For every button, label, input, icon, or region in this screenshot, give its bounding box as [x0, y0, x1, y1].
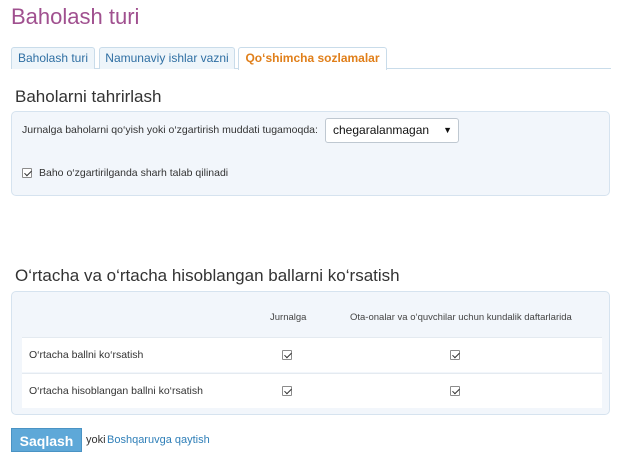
page-title: Baholash turi: [11, 4, 140, 29]
back-to-management-link[interactable]: Boshqaruvga qaytish: [107, 434, 210, 446]
comment-required-checkbox[interactable]: [22, 168, 32, 178]
row-label: O‘rtacha ballni ko‘rsatish: [29, 349, 144, 361]
column-header-diary: Ota-onalar va o‘quvchilar uchun kundalik…: [350, 312, 572, 323]
table-row: O‘rtacha hisoblangan ballni ko‘rsatish: [22, 373, 602, 408]
grade-editing-panel: Jurnalga baholarni qo‘yish yoki o‘zgarti…: [11, 111, 610, 196]
averages-panel: Jurnalga Ota-onalar va o‘quvchilar uchun…: [11, 291, 610, 415]
tab-baholash-turi[interactable]: Baholash turi: [11, 47, 95, 69]
show-weighted-average-journal-checkbox[interactable]: [282, 386, 292, 396]
averages-title: O‘rtacha va o‘rtacha hisoblangan ballarn…: [15, 266, 400, 285]
tab-bar: Baholash turi Namunaviy ishlar vazni Qo‘…: [11, 47, 611, 70]
deadline-select[interactable]: chegaralanmagan ▼: [325, 118, 459, 143]
or-text: yoki: [86, 434, 106, 446]
show-weighted-average-diary-checkbox[interactable]: [450, 386, 460, 396]
show-average-diary-checkbox[interactable]: [450, 350, 460, 360]
row-label: O‘rtacha hisoblangan ballni ko‘rsatish: [29, 385, 203, 397]
table-row: O‘rtacha ballni ko‘rsatish: [22, 337, 602, 372]
comment-required-label: Baho o‘zgartirilganda sharh talab qilina…: [39, 167, 229, 179]
deadline-label: Jurnalga baholarni qo‘yish yoki o‘zgarti…: [22, 124, 318, 136]
column-header-journal: Jurnalga: [270, 312, 307, 323]
tab-namunaviy-ishlar-vazni[interactable]: Namunaviy ishlar vazni: [99, 47, 235, 69]
show-average-journal-checkbox[interactable]: [282, 350, 292, 360]
deadline-select-value: chegaralanmagan: [333, 123, 430, 137]
chevron-down-icon: ▼: [443, 125, 452, 135]
grade-editing-title: Baholarni tahrirlash: [15, 87, 162, 106]
save-button[interactable]: Saqlash: [11, 428, 82, 452]
tab-qoshimcha-sozlamalar[interactable]: Qo‘shimcha sozlamalar: [238, 47, 387, 70]
